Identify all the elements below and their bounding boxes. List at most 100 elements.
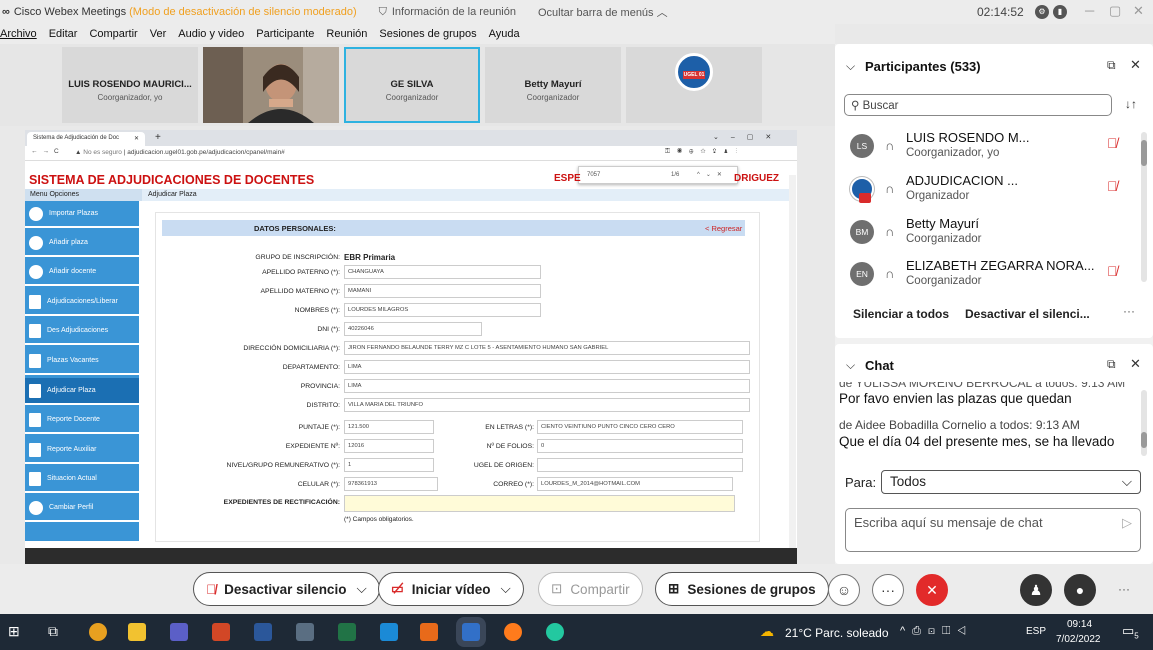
participant-row[interactable]: BM ∩ Betty Mayurí Coorganizador	[835, 212, 1153, 254]
menu-participante[interactable]: Participante	[256, 28, 314, 40]
ugel-field[interactable]	[537, 458, 743, 472]
menu-sesiones[interactable]: Sesiones de grupos	[379, 28, 476, 40]
browser-toolbar-icons[interactable]: ⚿◉⊕☆⇪♟⋮	[665, 148, 744, 156]
windows-start-icon[interactable]: ⊞	[8, 623, 20, 640]
muted-mic-icon[interactable]: 🎙̸	[1107, 135, 1118, 151]
sidebar-item-des-adjudicaciones[interactable]: Des Adjudicaciones	[25, 318, 139, 345]
close-tab-icon[interactable]: ✕	[134, 135, 139, 142]
menu-compartir[interactable]: Compartir	[89, 28, 137, 40]
chrome-icon[interactable]	[89, 623, 107, 641]
popout-icon[interactable]: ⧉	[1107, 357, 1116, 372]
close-panel-icon[interactable]: ✕	[1130, 356, 1141, 372]
muted-mic-icon[interactable]: 🎙̸	[1107, 178, 1118, 194]
rectificacion-field[interactable]	[344, 495, 735, 512]
sidebar-item-plazas-vacantes[interactable]: Plazas Vacantes	[25, 348, 139, 375]
teams-icon[interactable]	[170, 623, 188, 641]
folios-field[interactable]: 0	[537, 439, 743, 453]
close-icon[interactable]: ✕	[1133, 3, 1144, 19]
sidebar-item-adjudicaciones[interactable]: Adjudicaciones/Liberar	[25, 289, 139, 316]
video-tile-camera[interactable]	[203, 47, 339, 123]
find-nav-icons[interactable]: ^⌄✕	[697, 171, 728, 178]
hide-menubar-button[interactable]: Ocultar barra de menús ︿	[538, 4, 668, 20]
tray-icons[interactable]: ^⎙⊡◫◁	[900, 625, 973, 638]
participant-search[interactable]: ⚲ Buscar	[844, 94, 1112, 116]
meeting-info-button[interactable]: ⛉ Información de la reunión	[379, 6, 516, 19]
word-icon[interactable]	[254, 623, 272, 641]
window-controls[interactable]: ⌄–▢✕	[713, 133, 783, 141]
back-link[interactable]: < Regresar	[705, 224, 742, 233]
nivel-field[interactable]: 1	[344, 458, 434, 472]
participants-toggle-button[interactable]: ♟	[1020, 574, 1052, 606]
more-options-icon[interactable]: ···	[1118, 582, 1130, 596]
nombres-field[interactable]: LOURDES MILAGROS	[344, 303, 541, 317]
find-box[interactable]: 7057 1/6 ^⌄✕	[578, 166, 738, 184]
participant-row[interactable]: LS ∩ LUIS ROSENDO M... Coorganizador, yo…	[835, 126, 1153, 168]
start-video-button[interactable]: ▭̸ Iniciar vídeo ⌵	[378, 572, 524, 606]
collapse-chevron-icon[interactable]: ⌵	[846, 358, 855, 373]
direccion-field[interactable]: JIRON FERNANDO BELAUNDE TERRY MZ C LOTE …	[344, 341, 750, 355]
puntaje-field[interactable]: 121.500	[344, 420, 434, 434]
excel-icon[interactable]	[338, 623, 356, 641]
new-tab-icon[interactable]: +	[155, 132, 161, 143]
celular-field[interactable]: 978361913	[344, 477, 438, 491]
more-options-icon[interactable]: ···	[1123, 304, 1135, 318]
chat-toggle-button[interactable]: ●	[1064, 574, 1096, 606]
sidebar-item-cambiar-perfil[interactable]: Cambiar Perfil	[25, 495, 139, 522]
menu-audio-video[interactable]: Audio y video	[178, 28, 244, 40]
sidebar-item-importar[interactable]: Importar Plazas	[25, 201, 139, 228]
chat-scrollbar[interactable]	[1141, 390, 1147, 456]
dni-field[interactable]: 40226046	[344, 322, 482, 336]
en-letras-field[interactable]: CIENTO VEINTIUNO PUNTO CINCO CERO CERO	[537, 420, 743, 434]
input-language[interactable]: ESP	[1026, 626, 1046, 637]
muted-mic-icon[interactable]: 🎙̸	[1107, 263, 1118, 279]
popout-icon[interactable]: ⧉	[1107, 58, 1116, 73]
collapse-chevron-icon[interactable]: ⌵	[846, 59, 855, 74]
browser-scrollbar[interactable]	[789, 175, 796, 555]
file-explorer-icon[interactable]	[128, 623, 146, 641]
sidebar-item-reporte-docente[interactable]: Reporte Docente	[25, 407, 139, 434]
recipient-select[interactable]: Todos ⌵	[881, 470, 1141, 494]
video-tile-active[interactable]: GE SILVA Coorganizador	[344, 47, 480, 123]
task-view-icon[interactable]: ⧉	[48, 623, 58, 640]
distrito-field[interactable]: VILLA MARIA DEL TRIUNFO	[344, 398, 750, 412]
powerpoint-icon[interactable]	[212, 623, 230, 641]
share-button[interactable]: ⊡ Compartir	[538, 572, 643, 606]
calculator-icon[interactable]	[296, 623, 314, 641]
correo-field[interactable]: LOURDES_M_2014@HOTMAIL.COM	[537, 477, 733, 491]
app-icon-active[interactable]	[462, 623, 480, 641]
signal-icon[interactable]: ▮	[1053, 5, 1067, 19]
browser-tab[interactable]: Sistema de Adjudicación de Doc ✕	[27, 132, 145, 146]
reactions-button[interactable]: ☺	[828, 574, 860, 606]
sidebar-item-anadir-plaza[interactable]: Añadir plaza	[25, 230, 139, 257]
ap-materno-field[interactable]: MAMANI	[344, 284, 541, 298]
participant-scrollbar[interactable]	[1141, 132, 1147, 282]
menu-editar[interactable]: Editar	[49, 28, 78, 40]
menu-ver[interactable]: Ver	[150, 28, 167, 40]
ap-paterno-field[interactable]: CHANGUAYA	[344, 265, 541, 279]
weather-text[interactable]: 21°C Parc. soleado	[785, 626, 889, 640]
menu-ayuda[interactable]: Ayuda	[489, 28, 520, 40]
app-icon[interactable]	[380, 623, 398, 641]
app-icon-orange[interactable]	[420, 623, 438, 641]
clock-time[interactable]: 09:14	[1067, 619, 1092, 630]
webex-icon[interactable]	[546, 623, 564, 641]
notification-icon[interactable]: ▭5	[1122, 623, 1139, 641]
sidebar-item-situacion-actual[interactable]: Situacion Actual	[25, 466, 139, 493]
sidebar-item-anadir-docente[interactable]: Añadir docente	[25, 259, 139, 286]
video-tile[interactable]: Betty Mayurí Coorganizador	[485, 47, 621, 123]
menu-archivo[interactable]: Archivo	[0, 28, 37, 40]
url-text[interactable]: adjudicacion.ugel01.gob.pe/adjudicacion/…	[127, 149, 285, 156]
find-query[interactable]: 7057	[587, 172, 600, 178]
unmute-button[interactable]: 🎙̸ Desactivar silencio ⌵	[193, 572, 380, 606]
sidebar-item-reporte-auxiliar[interactable]: Reporte Auxiliar	[25, 437, 139, 464]
minimize-icon[interactable]: ─	[1085, 3, 1094, 18]
video-tile[interactable]: LUIS ROSENDO MAURICI... Coorganizador, y…	[62, 47, 198, 123]
participant-row[interactable]: EN ∩ ELIZABETH ZEGARRA NORA... Coorganiz…	[835, 254, 1153, 296]
menu-reunion[interactable]: Reunión	[326, 28, 367, 40]
unmute-all-button[interactable]: Desactivar el silenci...	[965, 307, 1090, 321]
more-button[interactable]: ···	[872, 574, 904, 606]
sort-icon[interactable]: ↓↑	[1125, 97, 1137, 111]
mute-all-button[interactable]: Silenciar a todos	[853, 307, 949, 321]
leave-meeting-button[interactable]: ✕	[916, 574, 948, 606]
chat-input[interactable]: Escriba aquí su mensaje de chat ▷	[845, 508, 1141, 552]
